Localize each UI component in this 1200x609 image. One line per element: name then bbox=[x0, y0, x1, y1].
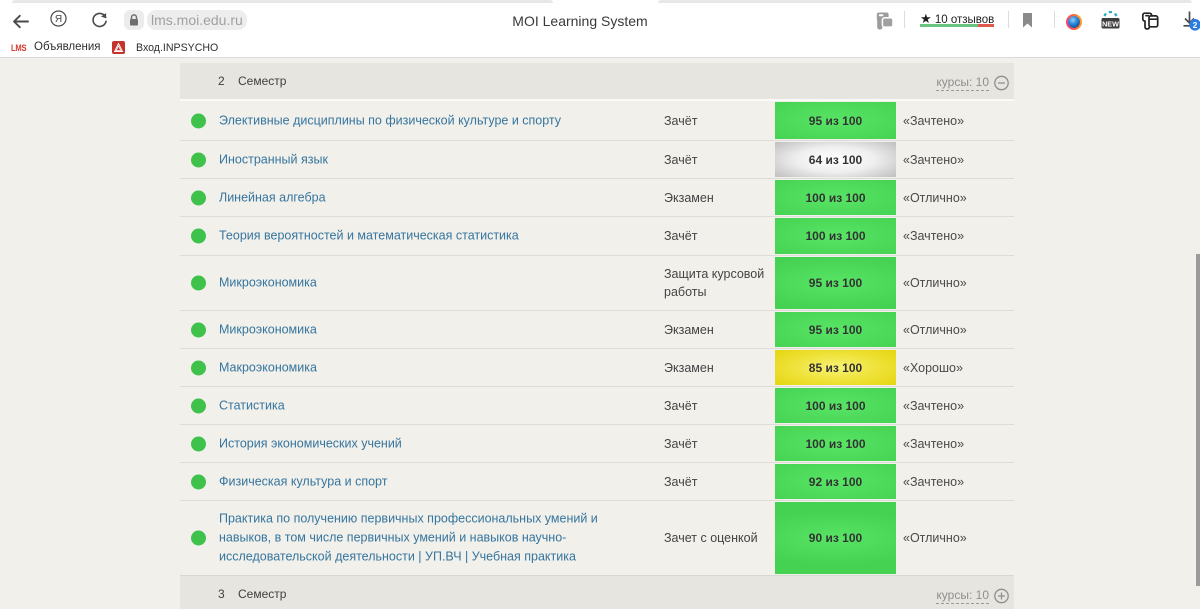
svg-text:NEW: NEW bbox=[1102, 19, 1119, 28]
svg-text:Я: Я bbox=[55, 14, 62, 25]
svg-text:2: 2 bbox=[1193, 20, 1198, 30]
